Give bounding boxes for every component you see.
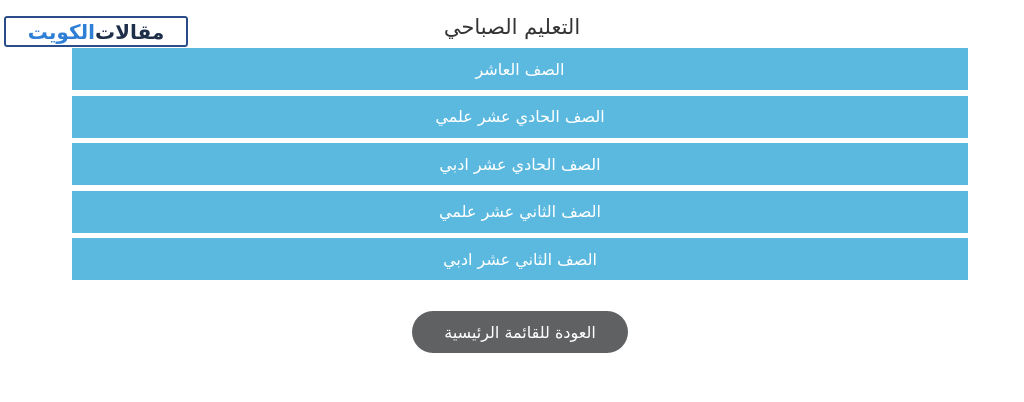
grade-button-11-literary[interactable]: الصف الحادي عشر ادبي bbox=[72, 143, 968, 185]
grade-button-10[interactable]: الصف العاشر bbox=[72, 48, 968, 90]
grade-button-11-science[interactable]: الصف الحادي عشر علمي bbox=[72, 95, 968, 138]
back-to-main-menu-button[interactable]: العودة للقائمة الرئيسية bbox=[412, 311, 628, 353]
grade-button-12-science[interactable]: الصف الثاني عشر علمي bbox=[72, 190, 968, 233]
grade-list: الصف العاشر الصف الحادي عشر علمي الصف ال… bbox=[72, 48, 968, 286]
grade-button-12-literary[interactable]: الصف الثاني عشر ادبي bbox=[72, 238, 968, 280]
page: مقالات الكويت التعليم الصباحي الصف العاش… bbox=[0, 0, 1024, 402]
page-title: التعليم الصباحي bbox=[443, 15, 581, 39]
